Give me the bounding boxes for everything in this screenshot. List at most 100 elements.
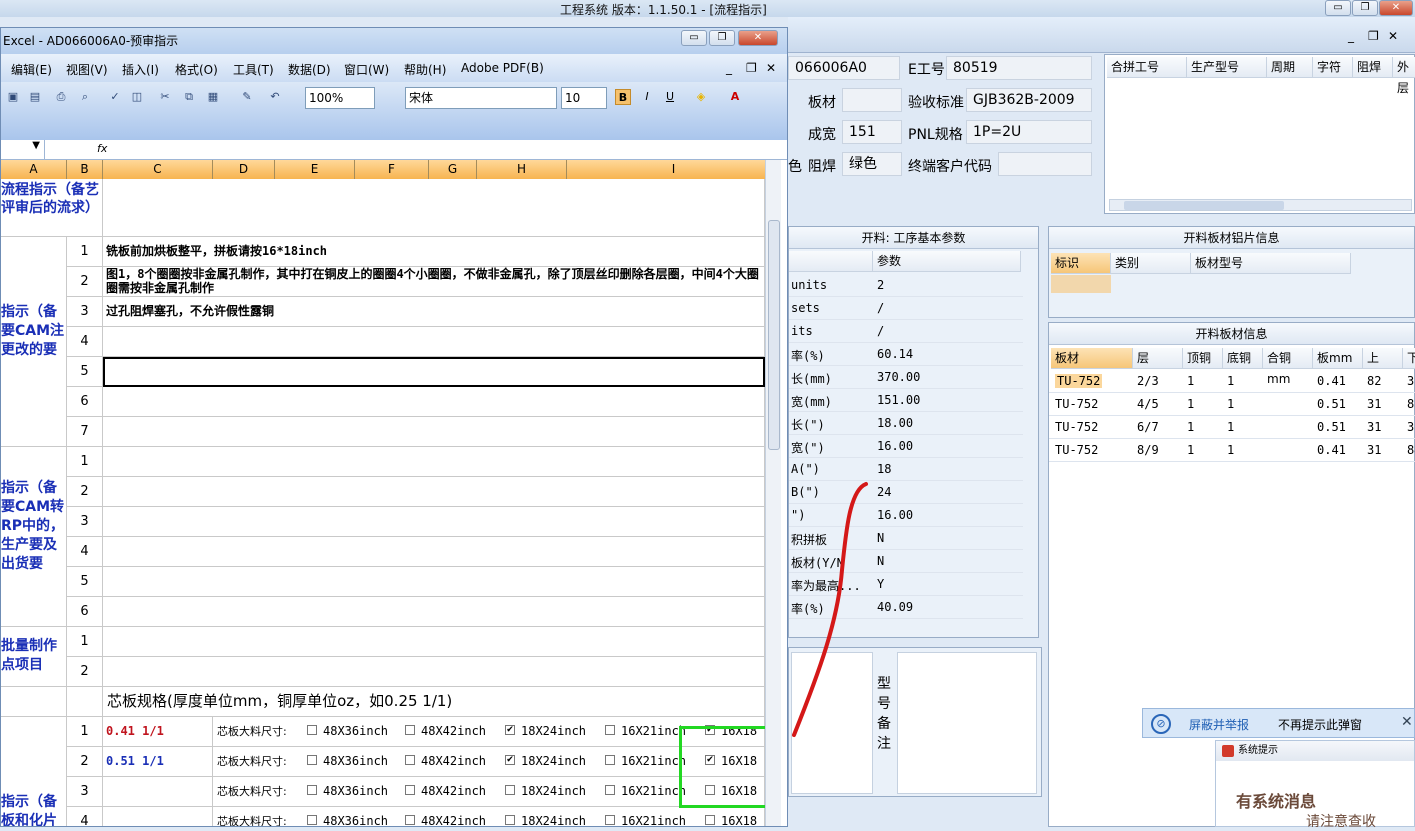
params-value-col[interactable]: 参数 [873,251,1021,272]
mdi-minimize-button[interactable]: _ [1348,29,1354,43]
menu-window[interactable]: 窗口(W) [344,61,389,78]
sheet-col-header[interactable]: 板材 [1051,348,1133,369]
foil-col-model[interactable]: 板材型号 [1191,253,1351,274]
spelling-icon[interactable]: ✓ [107,89,123,105]
foil-selected-cell[interactable] [1051,275,1111,293]
col-header-h[interactable]: H [477,160,567,179]
col-header-d[interactable]: D [213,160,275,179]
checkbox[interactable] [307,815,317,825]
col-header-e[interactable]: E [275,160,355,179]
model-remark-box[interactable] [897,652,1037,794]
params-row[interactable]: 宽(mm) 151.00 [789,389,1023,412]
excel-minimize-button[interactable]: ▭ [681,30,707,46]
merge-col-outer[interactable]: 外层 [1393,57,1415,95]
col-header-g[interactable]: G [429,160,477,179]
cell-core-blank-b[interactable] [67,687,103,717]
menu-edit[interactable]: 编辑(E) [11,61,52,78]
core-size-cell[interactable]: 芯板大料尺寸: 48X36inch 48X42inch 18X24inch 16X21i… [213,807,765,826]
sheet-row[interactable]: TU-752 4/5 1 1 0.51 31 85 [1049,393,1415,416]
sheet-col-header[interactable]: 上 [1363,348,1403,369]
checkbox[interactable] [405,725,415,735]
report-link[interactable]: 屏蔽并举报 [1189,716,1249,733]
board-field[interactable] [842,88,902,112]
italic-button[interactable]: I [639,89,655,105]
sheet-row[interactable]: TU-752 8/9 1 1 0.41 31 84 [1049,439,1415,462]
params-row[interactable]: sets / [789,297,1023,320]
params-row[interactable]: 率(%) 60.14 [789,343,1023,366]
checkbox[interactable]: ✔ [505,755,515,765]
excel-vscrollbar[interactable] [765,160,781,826]
mdi-close-button[interactable]: ✕ [1388,29,1398,43]
foil-col-mark[interactable]: 标识 [1051,253,1111,274]
merge-grid[interactable]: 合拼工号 生产型号 周期 字符 阻焊 外层 [1104,54,1415,214]
checkbox[interactable] [307,725,317,735]
params-row[interactable]: 长(mm) 370.00 [789,366,1023,389]
instruction-cell[interactable] [103,417,765,447]
cell-section-erp[interactable]: 指示（备要CAM转RP中的，生产要及出货要 [1,447,67,627]
checkbox[interactable] [307,785,317,795]
e-job-field[interactable]: 80519 [946,56,1092,80]
menu-tools[interactable]: 工具(T) [233,61,274,78]
mdi-restore-button[interactable]: ❐ [1368,29,1379,43]
menu-data[interactable]: 数据(D) [288,61,331,78]
paste-icon[interactable]: ▦ [205,89,221,105]
sheet-row[interactable]: TU-752 6/7 1 1 0.51 31 33 [1049,416,1415,439]
instruction-cell[interactable]: 过孔阻焊塞孔，不允许假性露铜 [103,297,765,327]
checkbox[interactable]: ✔ [505,725,515,735]
no-remind-button[interactable]: 不再提示此弹窗 [1278,716,1362,733]
col-header-i[interactable]: I [567,160,781,179]
finish-width-field[interactable]: 151 [842,120,902,144]
instruction-cell[interactable] [103,567,765,597]
checkbox[interactable] [605,755,615,765]
excel-close-button[interactable]: ✕ [738,30,778,46]
checkbox[interactable] [605,815,615,825]
customer-code-field[interactable] [998,152,1092,176]
merge-col-char[interactable]: 字符 [1313,57,1353,78]
checkbox[interactable] [307,755,317,765]
foil-col-type[interactable]: 类别 [1111,253,1191,274]
doc-minimize-icon[interactable]: _ [726,61,732,75]
core-spec-cell[interactable] [103,807,213,826]
col-header-c[interactable]: C [103,160,213,179]
sheet-col-header[interactable]: 下 [1403,348,1415,369]
sheet-col-header[interactable]: 板mm [1313,348,1363,369]
checkbox[interactable] [505,785,515,795]
instruction-cell[interactable] [103,597,765,627]
sheet-col-header[interactable]: 合铜mm [1263,348,1313,386]
instruction-cell[interactable] [103,627,765,657]
sheet-col-header[interactable]: 顶铜 [1183,348,1223,369]
menu-insert[interactable]: 插入(I) [122,61,159,78]
checkbox[interactable] [605,785,615,795]
instruction-cell[interactable] [103,357,765,387]
merge-col-job[interactable]: 合拼工号 [1107,57,1187,78]
instruction-cell[interactable]: 图1，8个圈圈按非金属孔制作，其中打在铜皮上的圈圈4个小圈圈，不做非金属孔，除了… [103,267,765,297]
instruction-cell[interactable]: 铣板前加烘板整平，拼板请按16*18inch [103,237,765,267]
menu-view[interactable]: 视图(V) [66,61,108,78]
app-restore-button[interactable]: ❐ [1352,0,1378,16]
checkbox[interactable] [705,815,715,825]
name-box-dropdown[interactable]: ▼ [1,140,45,159]
doc-restore-icon[interactable]: ❐ [746,61,757,75]
cell-section-batch[interactable]: 批量制作点项目 [1,627,67,687]
col-header-b[interactable]: B [67,160,103,179]
core-spec-cell[interactable] [103,777,213,807]
excel-scroll-thumb[interactable] [768,220,780,450]
instruction-cell[interactable] [103,447,765,477]
params-row[interactable]: 长(") 18.00 [789,412,1023,435]
font-color-icon[interactable]: A [727,89,743,105]
sheet-col-header[interactable]: 底铜 [1223,348,1263,369]
font-select[interactable]: 宋体 [405,87,557,109]
size-select[interactable]: 10 [561,87,607,109]
cut-icon[interactable]: ✂ [157,89,173,105]
save-icon[interactable]: ▤ [27,89,43,105]
copy-icon[interactable]: ⧉ [181,89,197,105]
instruction-cell[interactable] [103,477,765,507]
sheet-col-header[interactable]: 层 [1133,348,1183,369]
checkbox[interactable] [405,755,415,765]
menu-format[interactable]: 格式(O) [175,61,218,78]
print-icon[interactable]: ⎙ [53,89,69,105]
merge-hscrollbar[interactable] [1109,199,1412,211]
fill-color-icon[interactable]: ◈ [693,89,709,105]
app-minimize-button[interactable]: ▭ [1325,0,1351,16]
instruction-cell[interactable] [103,387,765,417]
